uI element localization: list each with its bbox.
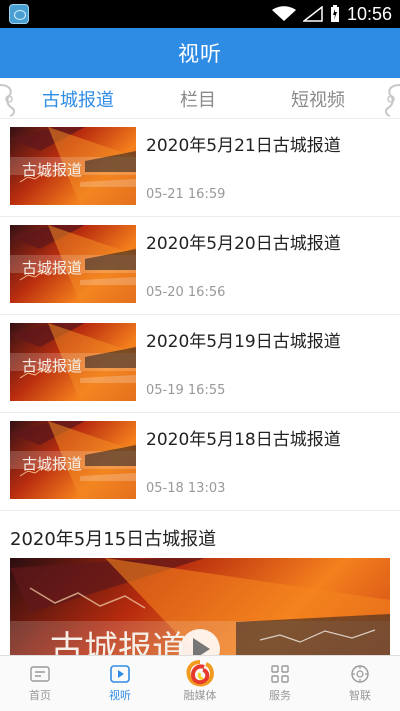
home-icon	[29, 664, 51, 684]
decorative-ornament-right	[380, 81, 400, 117]
thumbnail-text: 古城报道	[22, 161, 82, 179]
bottom-navigation: 首页 视听 融媒体 服务 智联	[0, 655, 400, 711]
news-list-item[interactable]: 古城报道 2020年5月19日古城报道 05-19 16:55	[0, 315, 400, 413]
video-icon	[109, 664, 131, 684]
nav-smart-link[interactable]: 智联	[320, 656, 400, 711]
decorative-ornament-left	[0, 81, 20, 117]
news-title: 2020年5月21日古城报道	[146, 136, 341, 156]
status-bar: 10:56	[0, 0, 400, 28]
news-title: 2020年5月18日古城报道	[146, 430, 341, 450]
news-title: 2020年5月19日古城报道	[146, 332, 341, 352]
battery-icon	[330, 5, 340, 23]
tab-short-video[interactable]: 短视频	[291, 86, 345, 112]
wifi-icon	[271, 6, 296, 22]
news-time: 05-19 16:55	[146, 383, 226, 398]
nav-home[interactable]: 首页	[0, 656, 80, 711]
media-logo-icon	[185, 660, 215, 688]
featured-title: 2020年5月15日古城报道	[10, 529, 217, 550]
services-icon	[269, 664, 291, 684]
status-bar-right: 10:56	[271, 3, 392, 25]
news-list-item[interactable]: 古城报道 2020年5月20日古城报道 05-20 16:56	[0, 217, 400, 315]
featured-video-thumbnail[interactable]: 古城报道	[10, 558, 390, 655]
news-title: 2020年5月20日古城报道	[146, 234, 341, 254]
app-icon	[9, 4, 29, 24]
tab-gucheng-report[interactable]: 古城报道	[42, 86, 114, 112]
nav-services[interactable]: 服务	[240, 656, 320, 711]
news-thumbnail: 古城报道	[10, 127, 136, 205]
news-list-item[interactable]: 古城报道 2020年5月18日古城报道 05-18 13:03	[0, 413, 400, 511]
thumbnail-text: 古城报道	[22, 259, 82, 277]
nav-services-label: 服务	[269, 689, 291, 702]
page-title: 视听	[178, 42, 222, 66]
nav-video[interactable]: 视听	[80, 656, 160, 711]
featured-thumbnail-text: 古城报道	[50, 629, 186, 655]
thumbnail-text: 古城报道	[22, 357, 82, 375]
category-tabs: 古城报道 栏目 短视频	[0, 78, 400, 119]
news-time: 05-21 16:59	[146, 187, 226, 202]
smart-link-icon	[349, 664, 371, 684]
tab-columns[interactable]: 栏目	[180, 86, 216, 112]
video-news-list: 古城报道 2020年5月21日古城报道 05-21 16:59 古城报道 202…	[0, 119, 400, 655]
news-time: 05-18 13:03	[146, 481, 226, 496]
thumbnail-text: 古城报道	[22, 455, 82, 473]
news-thumbnail: 古城报道	[10, 323, 136, 401]
nav-home-label: 首页	[29, 689, 51, 702]
nav-media-label: 融媒体	[183, 689, 217, 702]
signal-icon	[301, 5, 323, 22]
news-time: 05-20 16:56	[146, 285, 226, 300]
featured-video-card[interactable]: 2020年5月15日古城报道 古城报道	[0, 511, 400, 655]
nav-media[interactable]: 融媒体	[160, 656, 240, 711]
news-list-item[interactable]: 古城报道 2020年5月21日古城报道 05-21 16:59	[0, 119, 400, 217]
nav-video-label: 视听	[109, 689, 131, 702]
app-header: 视听	[0, 28, 400, 78]
nav-smart-link-label: 智联	[349, 689, 371, 702]
news-thumbnail: 古城报道	[10, 421, 136, 499]
status-time: 10:56	[346, 3, 392, 24]
news-thumbnail: 古城报道	[10, 225, 136, 303]
